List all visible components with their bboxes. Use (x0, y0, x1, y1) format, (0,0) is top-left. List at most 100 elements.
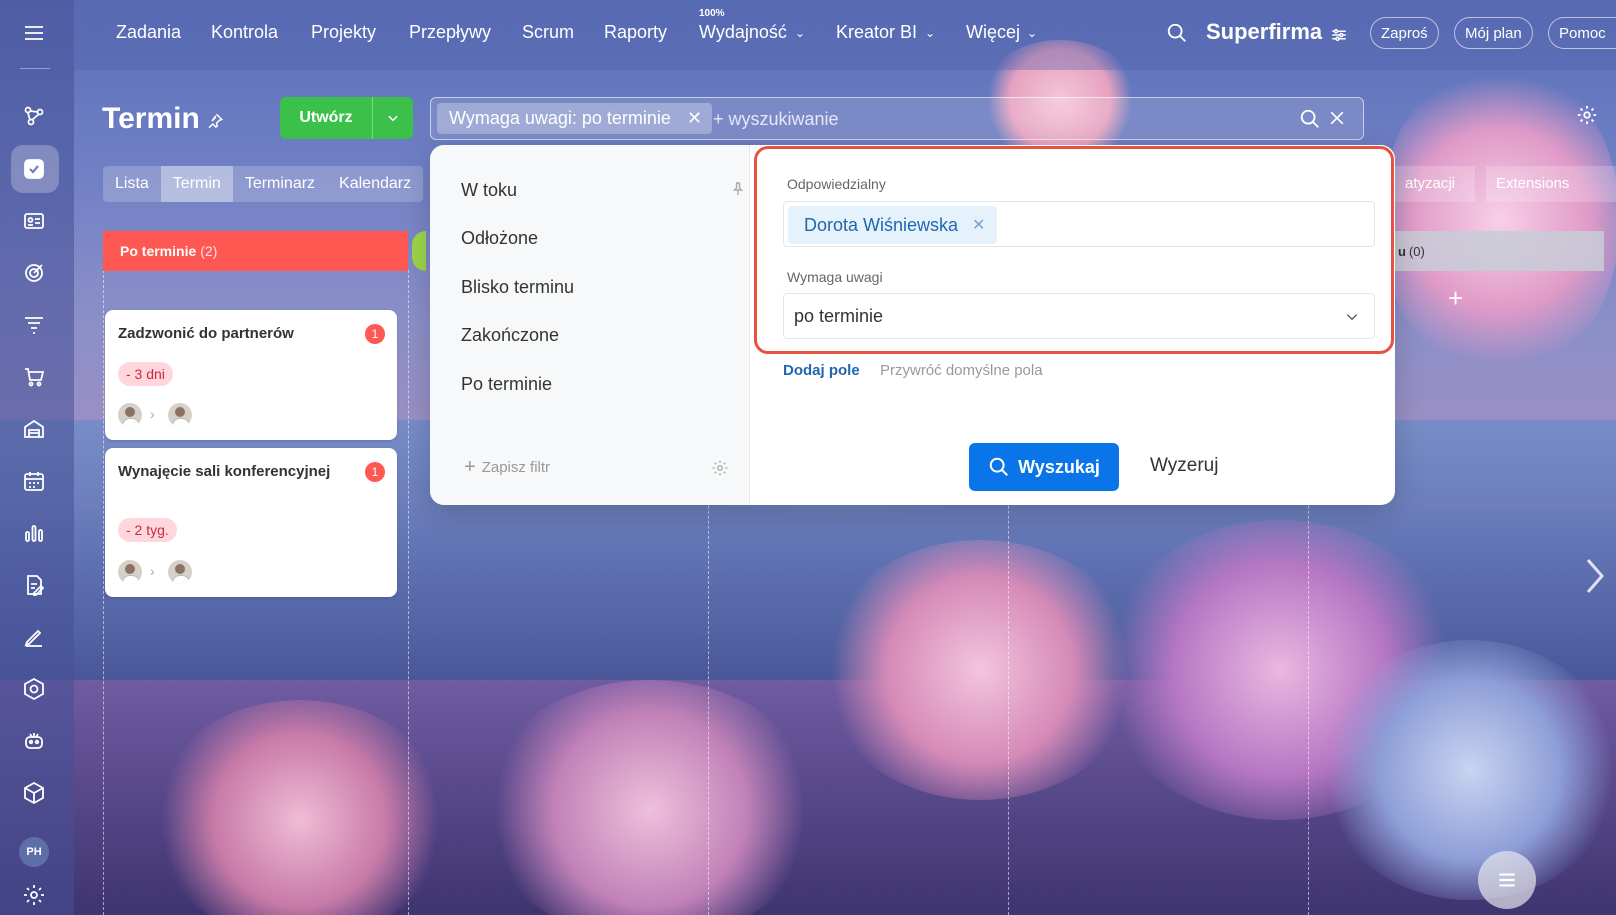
task-card[interactable]: Wynajęcie sali konferencyjnej 1 - 2 tyg.… (105, 448, 397, 597)
responsible-user-chip[interactable]: Dorota Wiśniewska ✕ (788, 206, 998, 244)
clear-icon[interactable] (1327, 108, 1347, 133)
nav-raporty[interactable]: Raporty (604, 22, 667, 43)
background-flower (480, 680, 820, 915)
search-icon[interactable] (1299, 108, 1321, 135)
nav-wydajnosc[interactable]: Wydajność (699, 22, 787, 43)
target-icon[interactable] (19, 258, 49, 288)
column-count: (0) (1408, 243, 1425, 259)
deadline-badge[interactable]: - 2 tyg. (118, 518, 177, 542)
preset-in-progress[interactable]: W toku (461, 180, 517, 201)
search-button[interactable]: Wyszukaj (969, 443, 1119, 491)
tab-kalendarz[interactable]: Kalendarz (327, 166, 423, 202)
docs-icon[interactable] (19, 570, 49, 600)
responsible-field[interactable]: Dorota Wiśniewska ✕ (783, 201, 1375, 247)
box-icon[interactable] (19, 778, 49, 808)
tab-termin[interactable]: Termin (160, 166, 233, 202)
nav-kreator-bi[interactable]: Kreator BI (836, 22, 917, 43)
column-count: (2) (200, 243, 218, 259)
filter-search-bar[interactable]: Wymaga uwagi: po terminie ✕ + wyszukiwan… (430, 97, 1364, 140)
create-button-label[interactable]: Utwórz (280, 109, 372, 127)
column-header-overdue[interactable]: Po terminie (2) (103, 231, 408, 271)
menu-icon[interactable] (19, 18, 49, 48)
warehouse-icon[interactable] (19, 414, 49, 444)
close-icon[interactable]: ✕ (687, 108, 702, 129)
tab-extensions[interactable]: Extensions (1486, 166, 1616, 202)
attention-select[interactable]: po terminie (783, 293, 1375, 339)
search-input[interactable]: + wyszukiwanie (713, 109, 839, 130)
flow-icon[interactable] (19, 101, 49, 131)
nav-przeplywy[interactable]: Przepływy (409, 22, 491, 43)
pin-icon[interactable] (206, 112, 224, 135)
add-task-icon[interactable]: + (1448, 283, 1463, 314)
notification-badge: 1 (365, 462, 385, 482)
search-icon[interactable] (1166, 22, 1188, 49)
creator-avatar[interactable] (118, 403, 142, 427)
hexagon-icon[interactable] (19, 674, 49, 704)
funnel-icon[interactable] (19, 310, 49, 340)
attention-field-label: Wymaga uwagi (787, 269, 883, 285)
cart-icon[interactable] (19, 362, 49, 392)
invite-button[interactable]: Zaproś (1370, 17, 1439, 49)
brand-settings-icon[interactable] (1330, 26, 1348, 49)
add-field-link[interactable]: Dodaj pole (783, 362, 860, 379)
sign-icon[interactable] (19, 622, 49, 652)
gear-icon[interactable] (1576, 104, 1598, 131)
task-title[interactable]: Zadzwonić do partnerów (118, 324, 348, 344)
search-button-label: Wyszukaj (1018, 456, 1100, 477)
view-tabs: Lista Termin Terminarz Kalendarz (103, 166, 424, 202)
nav-scrum[interactable]: Scrum (522, 22, 574, 43)
robot-icon[interactable] (19, 726, 49, 756)
notification-badge: 1 (365, 324, 385, 344)
pin-icon[interactable] (732, 182, 744, 201)
chevron-down-icon: ⌄ (925, 26, 936, 40)
responsible-field-label: Odpowiedzialny (787, 176, 886, 192)
chevron-down-icon[interactable] (1344, 310, 1360, 329)
help-button[interactable]: Pomoc (1548, 17, 1616, 49)
chevron-right-icon[interactable] (1584, 556, 1606, 601)
crm-icon[interactable] (19, 206, 49, 236)
company-brand[interactable]: Superfirma (1206, 19, 1322, 45)
settings-icon[interactable] (19, 880, 49, 910)
deadline-badge[interactable]: - 3 dni (118, 362, 173, 386)
preset-overdue[interactable]: Po terminie (461, 374, 552, 395)
nav-zadania[interactable]: Zadania (116, 22, 181, 43)
nav-kontrola[interactable]: Kontrola (211, 22, 278, 43)
responsible-avatar[interactable] (168, 403, 192, 427)
preset-completed[interactable]: Zakończone (461, 325, 559, 346)
my-plan-button[interactable]: Mój plan (1454, 17, 1533, 49)
active-filter-chip[interactable]: Wymaga uwagi: po terminie ✕ (437, 103, 713, 134)
preset-near-deadline[interactable]: Blisko terminu (461, 277, 574, 298)
nav-wiecej[interactable]: Więcej (966, 22, 1020, 43)
preset-postponed[interactable]: Odłożone (461, 228, 538, 249)
list-icon (1499, 873, 1515, 887)
column-header-next[interactable] (412, 231, 426, 271)
calendar-icon[interactable] (19, 466, 49, 496)
page-title: Termin (102, 102, 200, 135)
feed-button[interactable] (1478, 851, 1536, 909)
creator-avatar[interactable] (118, 560, 142, 584)
tasks-icon[interactable] (19, 154, 49, 184)
chevron-down-icon: ⌄ (795, 26, 806, 40)
chevron-down-icon[interactable] (373, 111, 413, 125)
save-filter-label: Zapisz filtr (481, 459, 551, 476)
tab-lista[interactable]: Lista (103, 166, 161, 202)
nav-projekty[interactable]: Projekty (311, 22, 376, 43)
reset-button[interactable]: Wyzeruj (1150, 455, 1218, 477)
column-title: u (1398, 243, 1406, 259)
gear-icon[interactable] (711, 459, 729, 482)
task-title[interactable]: Wynajęcie sali konferencyjnej (118, 462, 348, 482)
column-header-later[interactable]: u (0) (1388, 231, 1604, 271)
user-avatar[interactable]: PH (19, 837, 49, 867)
background-flower (820, 540, 1140, 800)
plus-icon: + (464, 456, 476, 478)
close-icon[interactable]: ✕ (972, 215, 985, 235)
restore-default-fields-link[interactable]: Przywróć domyślne pola (880, 362, 1043, 379)
search-icon (989, 457, 1009, 476)
tab-terminarz[interactable]: Terminarz (233, 166, 327, 202)
analytics-icon[interactable] (19, 518, 49, 548)
tab-automation[interactable]: atyzacji (1395, 166, 1475, 202)
save-filter-button[interactable]: + Zapisz filtr (464, 456, 550, 479)
create-button[interactable]: Utwórz (280, 97, 413, 139)
task-card[interactable]: Zadzwonić do partnerów 1 - 3 dni › (105, 310, 397, 440)
responsible-avatar[interactable] (168, 560, 192, 584)
